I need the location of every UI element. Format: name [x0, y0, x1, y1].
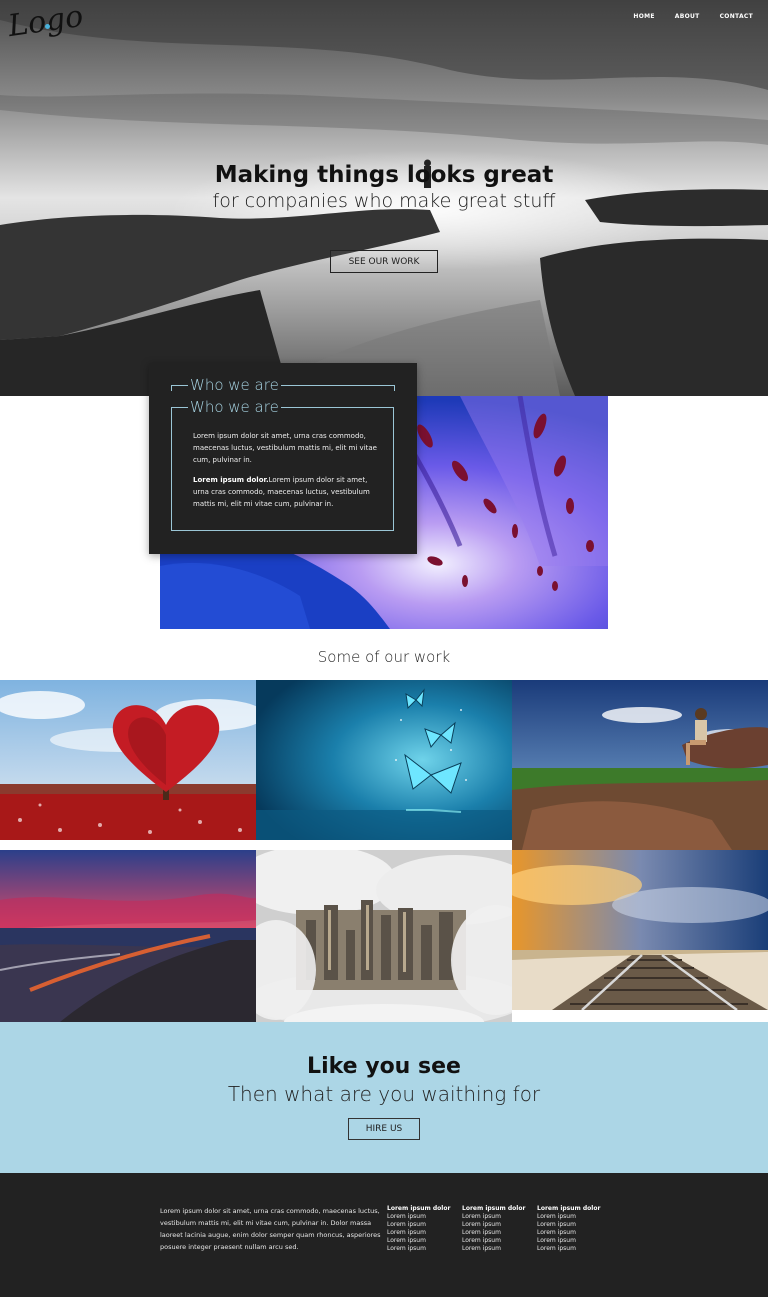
- who-we-are-box: Who we are Lorem ipsum dolor sit amet, u…: [171, 399, 394, 531]
- work-section-title: Some of our work: [317, 648, 451, 666]
- hero-subtitle: for companies who make great stuff: [212, 190, 556, 212]
- footer-text: Lorem ipsum dolor sit amet, urna cras co…: [160, 1207, 381, 1251]
- about-paragraph-1: Lorem ipsum dolor sit amet, urna cras co…: [193, 432, 377, 464]
- footer-column-1: Lorem ipsum dolor Lorem ipsum Lorem ipsu…: [387, 1205, 459, 1253]
- footer-column-heading: Lorem ipsum dolor: [537, 1205, 601, 1212]
- footer-column-2: Lorem ipsum dolor Lorem ipsum Lorem ipsu…: [462, 1205, 534, 1253]
- main-nav: HOME ABOUT CONTACT: [633, 13, 753, 20]
- nav-contact-link[interactable]: CONTACT: [720, 13, 753, 20]
- footer-link[interactable]: Lorem ipsum: [387, 1245, 459, 1253]
- cta-title: Like you see: [307, 1054, 461, 1079]
- footer-link[interactable]: Lorem ipsum: [387, 1221, 459, 1229]
- who-we-are-box-heading: Who we are: [188, 398, 281, 416]
- footer-column-heading: Lorem ipsum dolor: [462, 1205, 526, 1212]
- footer-link[interactable]: Lorem ipsum: [537, 1245, 609, 1253]
- footer-column-heading: Lorem ipsum dolor: [387, 1205, 451, 1212]
- footer-link[interactable]: Lorem ipsum: [537, 1221, 609, 1229]
- footer-link[interactable]: Lorem ipsum: [462, 1221, 534, 1229]
- work-hiker-image[interactable]: [512, 680, 768, 850]
- footer: Lorem ipsum dolor sit amet, urna cras co…: [0, 1173, 768, 1297]
- about-paragraph-2: Lorem ipsum dolor.Lorem ipsum dolor sit …: [193, 474, 379, 510]
- footer-link[interactable]: Lorem ipsum: [387, 1213, 459, 1221]
- footer-link[interactable]: Lorem ipsum: [537, 1229, 609, 1237]
- work-sunset-beach-image[interactable]: [0, 850, 256, 1022]
- footer-link[interactable]: Lorem ipsum: [462, 1229, 534, 1237]
- call-to-action-section: Like you see Then what are you waithing …: [0, 1022, 768, 1173]
- hero-title: Making things looks great: [214, 162, 554, 188]
- work-city-clouds-image[interactable]: [256, 850, 512, 1022]
- footer-link[interactable]: Lorem ipsum: [462, 1237, 534, 1245]
- cta-subtitle: Then what are you waithing for: [227, 1082, 541, 1106]
- who-we-are-card: Who we are Who we are Lorem ipsum dolor …: [149, 363, 417, 554]
- nav-about-link[interactable]: ABOUT: [675, 13, 700, 20]
- about-paragraph-2-bold: Lorem ipsum dolor.: [193, 476, 269, 484]
- heading-rule-right: [394, 385, 395, 391]
- hire-us-button[interactable]: HIRE US: [348, 1118, 420, 1140]
- logo-accent-dot: [45, 24, 50, 29]
- work-heart-tree-image[interactable]: [0, 680, 256, 840]
- footer-link[interactable]: Lorem ipsum: [462, 1213, 534, 1221]
- who-we-are-heading: Who we are: [188, 376, 281, 394]
- hero-section: Logo HOME ABOUT CONTACT Making things lo…: [0, 0, 768, 396]
- work-railway-image[interactable]: [512, 850, 768, 1010]
- footer-link[interactable]: Lorem ipsum: [387, 1237, 459, 1245]
- footer-link[interactable]: Lorem ipsum: [462, 1245, 534, 1253]
- nav-home-link[interactable]: HOME: [633, 13, 654, 20]
- footer-link[interactable]: Lorem ipsum: [537, 1213, 609, 1221]
- footer-column-3: Lorem ipsum dolor Lorem ipsum Lorem ipsu…: [537, 1205, 609, 1253]
- see-our-work-button[interactable]: SEE OUR WORK: [330, 250, 438, 273]
- footer-link[interactable]: Lorem ipsum: [387, 1229, 459, 1237]
- footer-link[interactable]: Lorem ipsum: [537, 1237, 609, 1245]
- work-butterflies-image[interactable]: [256, 680, 512, 840]
- heading-rule-left: [171, 385, 172, 391]
